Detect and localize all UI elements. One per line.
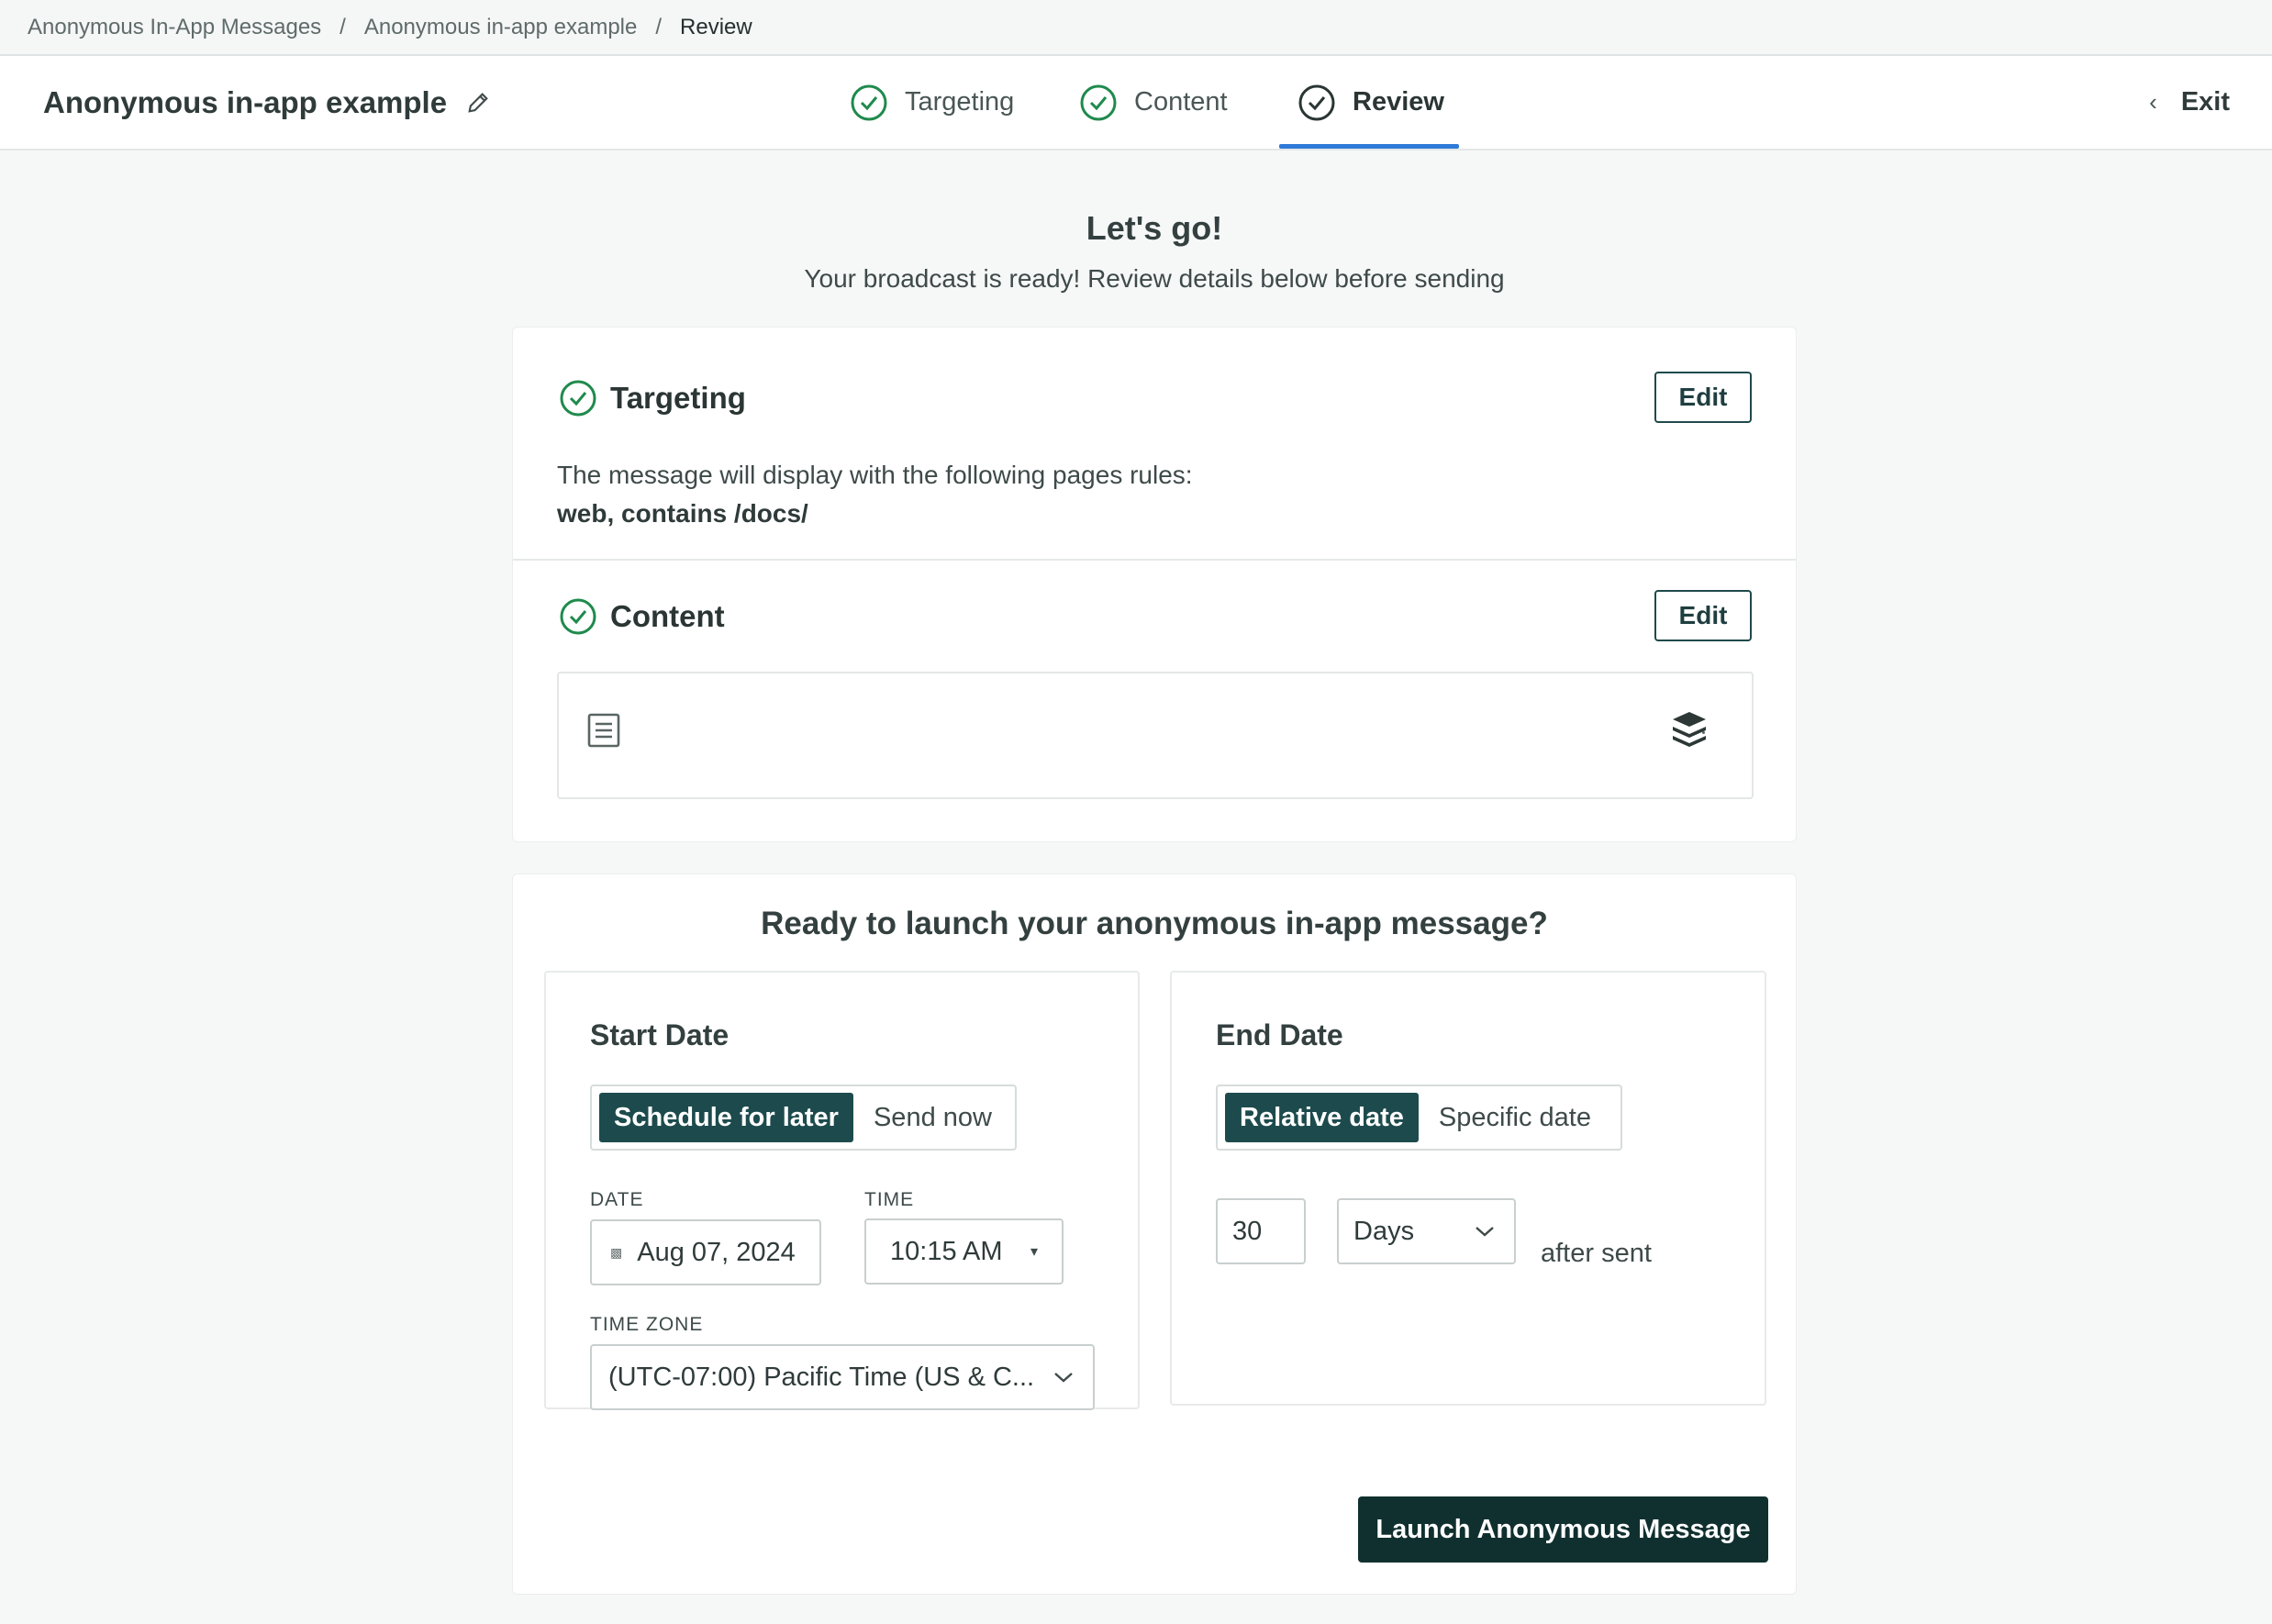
relative-date-option[interactable]: Relative date [1225,1093,1419,1142]
launch-message-button[interactable]: Launch Anonymous Message [1358,1496,1768,1563]
check-circle-icon [851,84,887,120]
time-select[interactable]: 10:15 AM ▾ [864,1218,1064,1285]
start-date-panel: Start Date Schedule for later Send now D… [544,971,1140,1410]
end-mode-toggle: Relative date Specific date [1216,1085,1622,1151]
start-mode-toggle: Schedule for later Send now [590,1085,1017,1151]
targeting-section-header: Targeting [559,379,746,417]
time-label: TIME [864,1189,915,1210]
content-preview [557,672,1754,799]
chevron-down-icon [1054,1373,1073,1383]
breadcrumb-separator: / [655,14,663,39]
document-icon [587,713,620,748]
relative-unit-select[interactable]: Days [1337,1198,1516,1264]
tab-review[interactable]: Review [1279,56,1459,149]
relative-amount-value: 30 [1232,1216,1263,1246]
exit-button[interactable]: ‹ Exit [2149,56,2230,149]
check-circle-icon [1298,84,1335,120]
breadcrumb-separator: / [340,14,346,39]
tab-label: Review [1353,87,1444,117]
tab-targeting[interactable]: Targeting [850,56,1014,149]
relative-amount-input[interactable]: 30 [1216,1198,1306,1264]
section-divider [513,559,1796,561]
tab-label: Targeting [905,87,1015,117]
wizard-steps: Targeting Content Review [0,56,2272,149]
launch-title: Ready to launch your anonymous in-app me… [761,906,1548,941]
tab-content[interactable]: Content [1079,56,1228,149]
targeting-description: The message will display with the follow… [557,461,1193,489]
edit-targeting-button[interactable]: Edit [1654,372,1752,423]
caret-down-icon: ▾ [1030,1244,1038,1260]
check-circle-icon [1080,84,1117,120]
intro-title: Let's go! [1086,209,1223,247]
tab-label: Content [1134,87,1228,117]
date-value: Aug 07, 2024 [637,1237,796,1267]
targeting-rule-value: web, contains /docs/ [557,499,808,528]
timezone-select[interactable]: (UTC-07:00) Pacific Time (US & C... [590,1344,1095,1410]
targeting-rules: The message will display with the follow… [557,456,1193,533]
breadcrumb-current: Review [680,14,752,39]
breadcrumb-link-example[interactable]: Anonymous in-app example [364,15,638,40]
end-date-title: End Date [1216,1018,1343,1051]
date-input[interactable]: ▩ Aug 07, 2024 [590,1219,821,1285]
timezone-value: (UTC-07:00) Pacific Time (US & C... [608,1362,1035,1392]
time-value: 10:15 AM [890,1236,1003,1266]
page-header: Anonymous in-app example Targeting Conte… [0,56,2272,150]
date-label: DATE [590,1189,644,1210]
check-circle-icon [560,598,596,635]
breadcrumb: Anonymous In-App Messages / Anonymous in… [0,0,2272,56]
edit-content-button[interactable]: Edit [1654,590,1752,641]
chevron-left-icon: ‹ [2149,88,2157,116]
after-sent-label: after sent [1541,1239,1652,1268]
check-circle-icon [560,380,596,417]
launch-card: Ready to launch your anonymous in-app me… [512,873,1797,1595]
relative-unit-value: Days [1353,1216,1415,1246]
layers-icon [1673,712,1706,747]
review-card: Targeting Edit The message will display … [512,327,1797,842]
timezone-label: TIME ZONE [590,1314,704,1335]
send-now-option[interactable]: Send now [859,1093,1007,1142]
specific-date-option[interactable]: Specific date [1424,1093,1606,1142]
schedule-later-option[interactable]: Schedule for later [599,1093,853,1142]
breadcrumb-link-messages[interactable]: Anonymous In-App Messages [28,15,321,40]
end-date-panel: End Date Relative date Specific date 30 … [1170,971,1766,1406]
targeting-title: Targeting [610,381,746,415]
content-section-header: Content [559,597,725,636]
content-title: Content [610,599,725,633]
chevron-down-icon [1476,1227,1494,1237]
exit-label: Exit [2180,87,2230,117]
start-date-title: Start Date [590,1018,729,1051]
intro-subtitle: Your broadcast is ready! Review details … [804,264,1505,293]
calendar-icon: ▩ [610,1244,623,1260]
